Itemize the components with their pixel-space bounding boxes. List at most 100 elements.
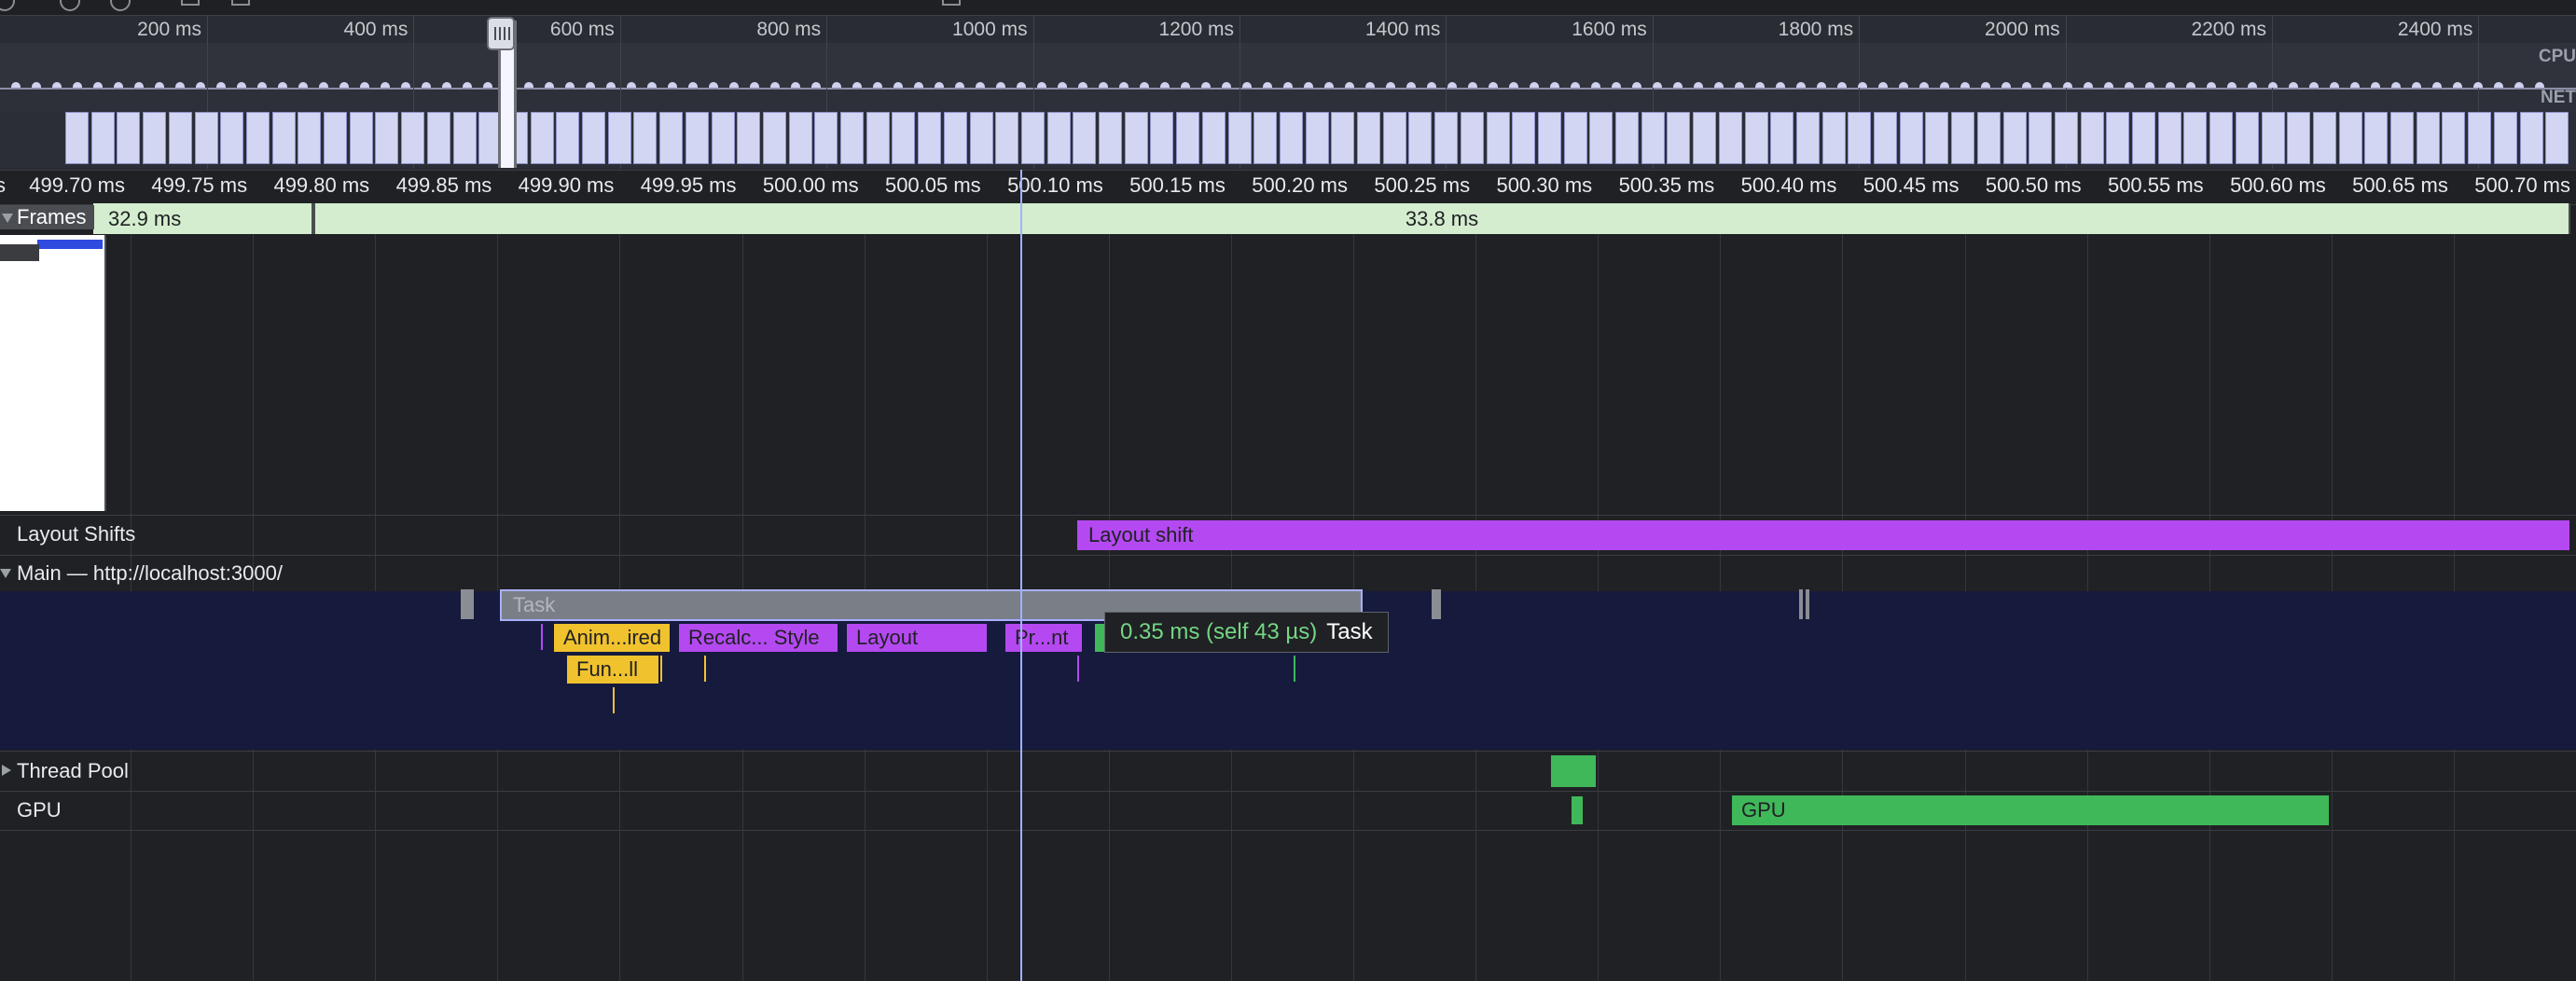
function-call-event[interactable]: Fun...ll [567,656,658,684]
screenshot-frame[interactable] [1744,112,1768,164]
screenshot-frame[interactable] [943,112,967,164]
frame-screenshot-thumbnail[interactable] [0,235,106,511]
main-thread-track-label[interactable]: Main — http://localhost:3000/ [17,561,283,586]
screenshot-frame[interactable] [2209,112,2234,164]
collapse-triangle-icon[interactable] [2,214,13,223]
screenshot-frame[interactable] [1434,112,1459,164]
screenshot-frame[interactable] [607,112,631,164]
screenshot-frame[interactable] [1408,112,1433,164]
screenshot-frame[interactable] [2132,112,2155,164]
collapse-triangle-icon[interactable] [0,569,11,578]
screenshot-frame[interactable] [90,112,115,164]
screenshot-frame[interactable] [1848,112,1872,164]
screenshot-frame[interactable] [633,112,658,164]
upload-icon[interactable] [181,0,200,6]
screenshot-frame[interactable] [452,112,477,164]
screenshot-frame[interactable] [1667,112,1691,164]
screenshot-frame[interactable] [298,112,322,164]
reload-icon[interactable] [60,0,80,11]
layout-shift-event[interactable]: Layout shift [1077,520,2569,550]
mini-event-tick[interactable] [1077,656,1079,682]
screenshot-frame[interactable] [2002,112,2027,164]
pre-paint-event[interactable]: Pr...nt [1005,624,1082,652]
screenshot-frame[interactable] [556,112,580,164]
gpu-event[interactable]: GPU [1732,795,2329,825]
frame-bar[interactable]: 33.8 ms [313,203,2570,234]
screenshot-frame[interactable] [969,112,993,164]
screenshot-frame[interactable] [2029,112,2053,164]
screenshot-frame[interactable] [2519,112,2543,164]
mini-event-tick[interactable] [613,687,615,713]
screenshot-frame[interactable] [2157,112,2181,164]
mini-event-tick[interactable] [1294,656,1295,682]
screenshot-frame[interactable] [2468,112,2492,164]
gpu-event-small[interactable] [1572,796,1583,824]
screenshot-frame[interactable] [2312,112,2336,164]
screenshot-frame[interactable] [1305,112,1329,164]
screenshot-frame[interactable] [324,112,347,164]
screenshot-frame[interactable] [737,112,761,164]
screenshot-frame[interactable] [1874,112,1897,164]
screenshot-frame[interactable] [375,112,399,164]
screenshot-frame[interactable] [2183,112,2208,164]
task-event-small[interactable] [1432,589,1441,619]
thread-pool-event[interactable] [1551,755,1596,787]
thread-pool-track-label[interactable]: Thread Pool [17,759,129,783]
task-event-small[interactable] [461,589,474,619]
screenshot-frame[interactable] [271,112,296,164]
screenshot-frame[interactable] [892,112,916,164]
screenshot-frame[interactable] [2287,112,2311,164]
screenshot-frame[interactable] [1563,112,1587,164]
screenshot-frame[interactable] [2106,112,2130,164]
screenshot-frame[interactable] [143,112,167,164]
screenshot-frame[interactable] [866,112,890,164]
screenshot-frame[interactable] [2261,112,2285,164]
screenshot-frame[interactable] [1925,112,1949,164]
recalculate-style-event[interactable]: Recalc... Style [679,624,838,652]
screenshot-frame[interactable] [1357,112,1380,164]
layout-event[interactable]: Layout [847,624,987,652]
screenshot-frame[interactable] [840,112,864,164]
screenshot-frame[interactable] [659,112,684,164]
screenshot-frame[interactable] [1486,112,1510,164]
screenshot-frame[interactable] [194,112,218,164]
screenshot-frame[interactable] [220,112,244,164]
screenshot-frame[interactable] [349,112,373,164]
screenshot-frame[interactable] [2545,112,2569,164]
screenshot-frame[interactable] [2390,112,2414,164]
mini-event-tick[interactable] [704,656,706,682]
animation-frame-fired-event[interactable]: Anim...ired [554,624,670,652]
task-event-small[interactable] [1806,589,1809,619]
screenshot-frame[interactable] [2442,112,2466,164]
screenshot-frame[interactable] [65,112,89,164]
screenshot-frame[interactable] [2054,112,2078,164]
record-icon[interactable] [0,0,15,11]
screenshot-frame[interactable] [426,112,450,164]
screenshot-frame[interactable] [2364,112,2389,164]
screenshot-frame[interactable] [1976,112,2001,164]
screenshot-frame[interactable] [1073,112,1097,164]
task-event-small[interactable] [1799,589,1803,619]
screenshot-frame[interactable] [788,112,812,164]
screenshot-frame[interactable] [1899,112,1923,164]
screenshot-frame[interactable] [685,112,709,164]
screenshot-frame[interactable] [1795,112,1820,164]
frames-track-header[interactable]: Frames [0,205,94,229]
screenshot-frame[interactable] [1512,112,1536,164]
screenshot-frame[interactable] [711,112,735,164]
screenshot-frame[interactable] [762,112,786,164]
screenshot-frame[interactable] [1099,112,1122,164]
screenshot-frame[interactable] [1718,112,1742,164]
frame-bar[interactable]: 32.9 ms [93,203,313,234]
screenshot-frame[interactable] [2338,112,2362,164]
screenshot-frame[interactable] [995,112,1019,164]
mini-event-tick[interactable] [660,656,662,682]
screenshot-frame[interactable] [530,112,554,164]
screenshot-frame[interactable] [2235,112,2259,164]
screenshot-frame[interactable] [1201,112,1226,164]
mini-event-tick[interactable] [541,624,543,650]
screenshot-frame[interactable] [1046,112,1071,164]
screenshot-frame[interactable] [2080,112,2104,164]
overview-drag-handle[interactable] [487,17,515,50]
screenshot-frame[interactable] [1821,112,1846,164]
